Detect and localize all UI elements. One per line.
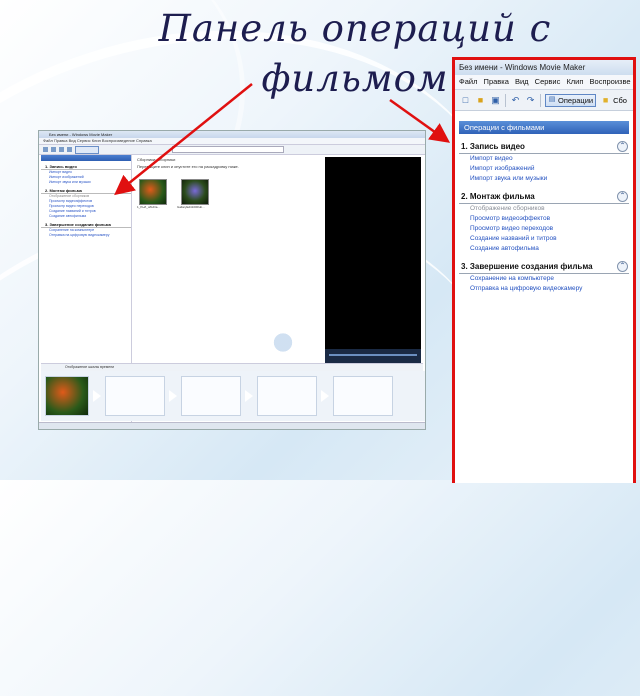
toolbar-divider (505, 93, 506, 107)
section-header[interactable]: 1. Запись видео ⌃ (459, 139, 629, 154)
mini-task-link: Создание автофильма (49, 214, 87, 218)
mini-storyboard-frame (257, 376, 317, 416)
link-save-to-computer[interactable]: Сохранение на компьютере (459, 274, 629, 284)
collections-button-label: Сбо (613, 95, 627, 105)
mini-transition-arrow (321, 390, 329, 402)
mini-storyboard-frame (45, 376, 89, 416)
mini-transition-arrow (245, 390, 253, 402)
mini-storyboard-label: Отображение шкалы времени (65, 365, 115, 369)
link-import-video[interactable]: Импорт видео (459, 154, 629, 164)
mini-film-watermark-icon (263, 320, 303, 365)
mini-collections-pane: Сборники: Сборники Перетащите клип и опу… (133, 155, 323, 365)
link-make-automovie[interactable]: Создание автофильма (459, 244, 629, 254)
section-header[interactable]: 3. Завершение создания фильма ⌃ (459, 259, 629, 274)
zoomed-task-pane: Без имени - Windows Movie Maker Файл Пра… (452, 57, 636, 483)
collections-icon: ■ (602, 94, 609, 105)
section-finish-movie: 3. Завершение создания фильма ⌃ Сохранен… (459, 259, 629, 294)
link-show-collections[interactable]: Отображение сборников (459, 204, 629, 214)
link-make-titles[interactable]: Создание названий и титров (459, 234, 629, 244)
link-import-audio[interactable]: Импорт звука или музыки (459, 174, 629, 184)
redo-icon[interactable]: ↷ (525, 95, 536, 106)
mini-status-bar (39, 422, 425, 429)
mini-collection-hint: Перетащите клип и опустите его на раскад… (137, 164, 239, 169)
section-edit-movie: 2. Монтаж фильма ⌃ Отображение сборников… (459, 189, 629, 254)
undo-icon[interactable]: ↶ (510, 95, 521, 106)
mini-transition-arrow (169, 390, 177, 402)
mini-clip-caption: 1_Рыб_обНОа... (137, 205, 160, 209)
mini-undo-icon (67, 147, 72, 152)
menu-clip[interactable]: Клип (566, 77, 583, 86)
section-title: 1. Запись видео (461, 142, 525, 151)
movie-maker-screenshot: Без имени - Windows Movie Maker Файл Пра… (38, 130, 426, 430)
mini-toolbar (39, 145, 425, 155)
mini-storyboard-frame (105, 376, 165, 416)
mini-storyboard-toolbar: Отображение шкалы времени (41, 363, 423, 371)
menu-play[interactable]: Воспроизве (590, 77, 631, 86)
collapse-icon[interactable]: ⌃ (617, 261, 628, 272)
operations-button-label: Операции (558, 95, 594, 105)
mini-save-icon (59, 147, 64, 152)
mini-preview-monitor (325, 157, 421, 375)
section-title: 2. Монтаж фильма (461, 192, 535, 201)
mini-open-icon (51, 147, 56, 152)
toolbar-divider (540, 93, 541, 107)
mini-clip-caption: GallaryEdit100Rub... (177, 205, 205, 209)
open-icon[interactable]: ■ (475, 95, 486, 106)
mini-operations-button (75, 145, 99, 154)
menu-bar: Файл Правка Вид Сервис Клип Воспроизве (455, 75, 633, 90)
mini-storyboard-frame (333, 376, 393, 416)
section-header[interactable]: 2. Монтаж фильма ⌃ (459, 189, 629, 204)
section-title: 3. Завершение создания фильма (461, 262, 593, 271)
mini-clip-thumbnail (139, 179, 167, 205)
mini-storyboard-frame (181, 376, 241, 416)
menu-edit[interactable]: Правка (484, 77, 509, 86)
mini-transition-arrow (93, 390, 101, 402)
mini-seek-bar (329, 354, 417, 356)
mini-storyboard (41, 371, 425, 421)
window-title: Без имени - Windows Movie Maker (455, 60, 633, 75)
link-view-transitions[interactable]: Просмотр видео переходов (459, 224, 629, 234)
section-capture-video: 1. Запись видео ⌃ Импорт видео Импорт из… (459, 139, 629, 184)
mini-clip-thumbnail (181, 179, 209, 205)
mini-window-title: Без имени - Windows Movie Maker (39, 131, 425, 138)
mini-task-pane-header (41, 155, 131, 161)
operations-button[interactable]: ▤ Операции (545, 93, 597, 107)
collections-button[interactable]: ■ Сбо (600, 95, 627, 106)
mini-task-link: Отправка на цифровую видеокамеру (49, 233, 110, 237)
save-icon[interactable]: ▣ (490, 95, 501, 106)
link-import-images[interactable]: Импорт изображений (459, 164, 629, 174)
operations-icon: ▤ (548, 96, 556, 103)
link-send-to-camera[interactable]: Отправка на цифровую видеокамеру (459, 284, 629, 294)
link-view-effects[interactable]: Просмотр видеоэффектов (459, 214, 629, 224)
new-project-icon[interactable]: □ (460, 95, 471, 106)
mini-collection-title: Сборники: Сборники (137, 157, 176, 162)
task-pane-header: Операции с фильмами (459, 121, 629, 134)
menu-view[interactable]: Вид (515, 77, 529, 86)
collapse-icon[interactable]: ⌃ (617, 191, 628, 202)
toolbar: □ ■ ▣ ↶ ↷ ▤ Операции ■ Сбо (455, 90, 633, 111)
mini-task-link: Импорт звука или музыки (49, 180, 91, 184)
mini-menu-bar: Файл Правка Вид Сервис Клип Воспроизведе… (39, 138, 425, 145)
mini-new-icon (43, 147, 48, 152)
menu-tools[interactable]: Сервис (535, 77, 561, 86)
mini-collection-select (172, 146, 284, 153)
collapse-icon[interactable]: ⌃ (617, 141, 628, 152)
menu-file[interactable]: Файл (459, 77, 477, 86)
